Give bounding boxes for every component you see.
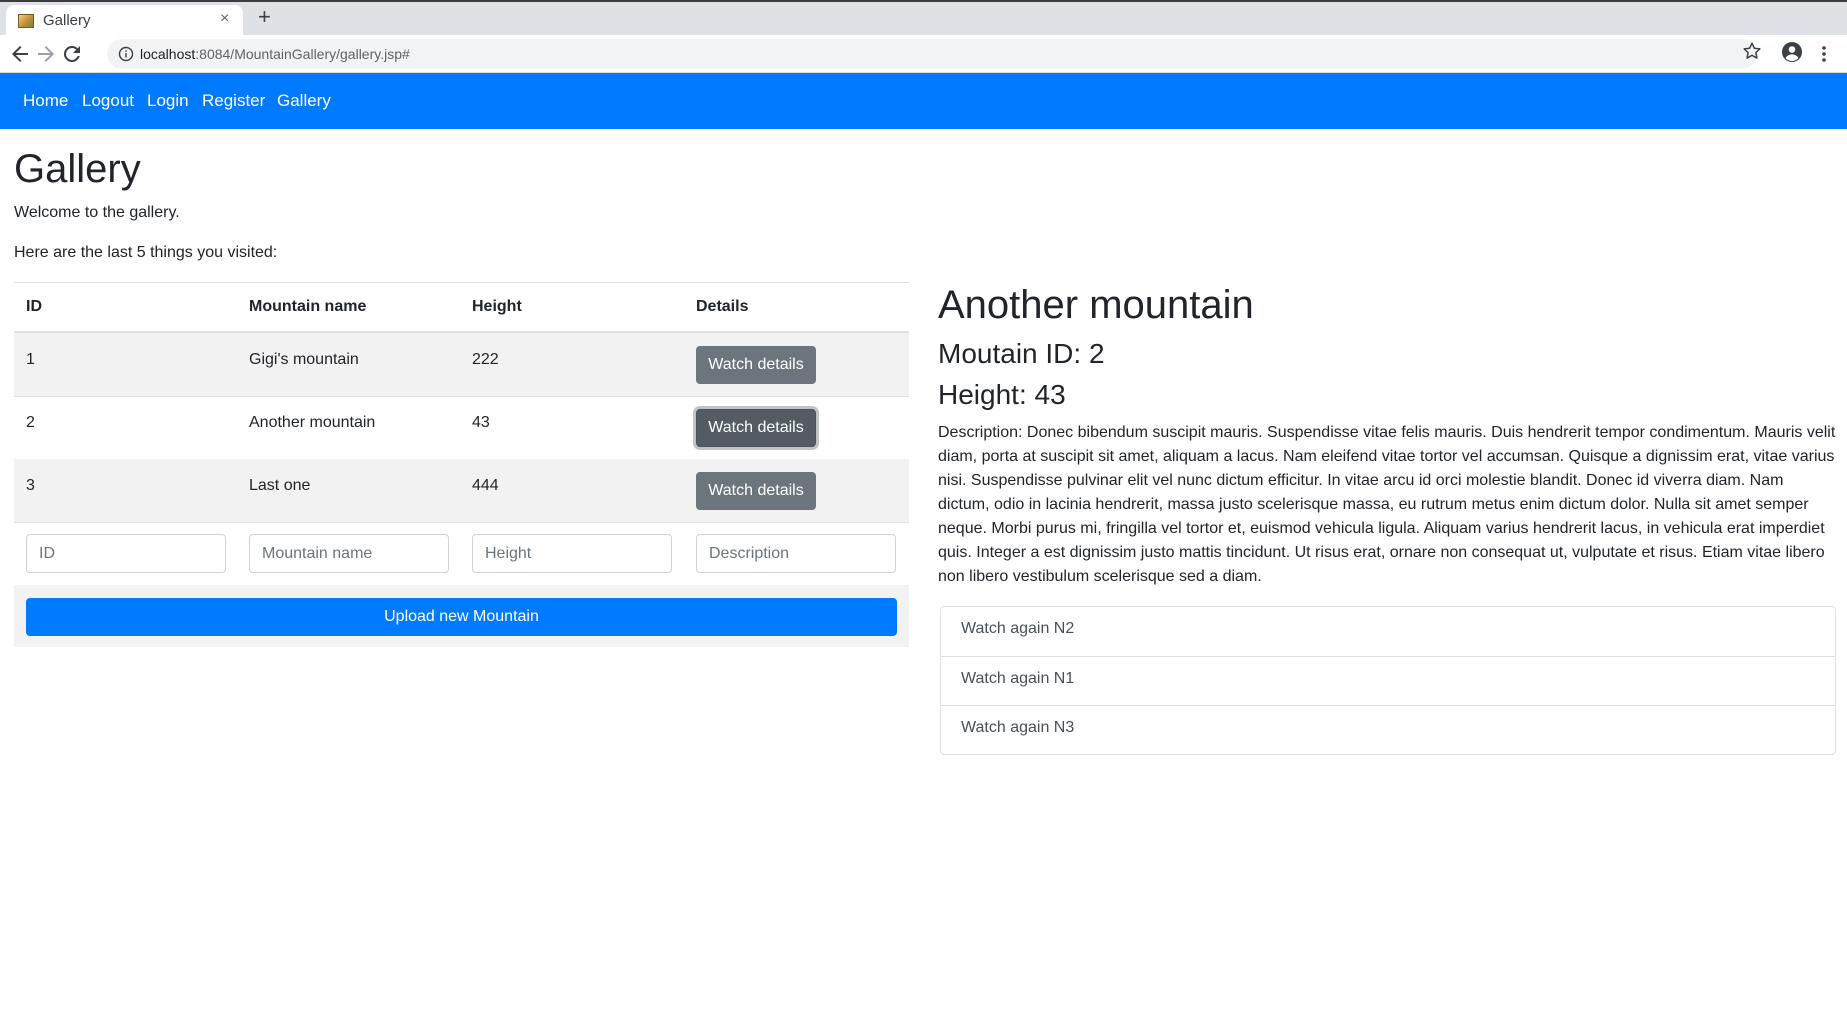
mountain-name-input[interactable] [249,534,449,573]
table-row: 1 Gigi's mountain 222 Watch details [14,333,909,396]
upload-mountain-button[interactable]: Upload new Mountain [26,598,897,636]
watch-details-button[interactable]: Watch details [696,472,816,510]
cell-id: 1 [26,351,35,368]
mountain-detail-description: Description: Donec bibendum suscipit mau… [938,424,1836,585]
browser-tab[interactable]: Gallery × [6,5,243,37]
site-info-icon[interactable] [118,46,134,62]
bookmark-star-icon[interactable] [1741,40,1763,62]
mountain-table: ID Mountain name Height Details 1 Gigi's… [14,282,909,647]
description-input[interactable] [696,534,896,573]
column-header-id: ID [26,298,42,315]
watch-again-item[interactable]: Watch again N1 [941,656,1835,705]
mountain-detail-id: Moutain ID: 2 [938,338,1105,369]
cell-mountain-name: Gigi's mountain [249,351,359,368]
browser-tab-strip: Gallery × + [0,0,1847,37]
mountain-detail-title: Another mountain [938,283,1254,327]
back-arrow-icon[interactable] [8,42,32,66]
reload-icon[interactable] [60,42,84,66]
tab-title: Gallery [43,12,91,29]
nav-link-home[interactable]: Home [23,91,68,111]
url-path: :8084/MountainGallery/gallery.jsp# [195,46,410,62]
column-header-mountain-name: Mountain name [249,298,367,315]
column-header-details: Details [696,298,749,315]
cell-id: 3 [26,477,35,494]
page-title: Gallery [14,147,141,191]
favicon-icon [18,14,34,28]
watch-details-button[interactable]: Watch details [696,409,816,447]
nav-link-logout[interactable]: Logout [82,91,134,111]
cell-mountain-name: Last one [249,477,311,494]
id-input[interactable] [26,534,226,573]
cell-mountain-name: Another mountain [249,414,376,431]
new-mountain-form [14,522,909,585]
cell-height: 43 [472,414,490,431]
nav-link-register[interactable]: Register [202,91,265,111]
table-row: 3 Last one 444 Watch details [14,459,909,522]
last-visited-text: Here are the last 5 things you visited: [14,244,278,261]
browser-toolbar: localhost:8084/MountainGallery/gallery.j… [0,35,1847,73]
mountain-detail-height: Height: 43 [938,379,1066,410]
site-navbar: Home Logout Login Register Gallery [0,73,1847,129]
cell-height: 222 [472,351,499,368]
url-text: localhost:8084/MountainGallery/gallery.j… [140,46,410,62]
browser-menu-icon[interactable] [1816,43,1832,65]
watch-history-list: Watch again N2 Watch again N1 Watch agai… [940,606,1836,755]
address-bar[interactable]: localhost:8084/MountainGallery/gallery.j… [107,39,1757,69]
watch-again-item[interactable]: Watch again N3 [941,705,1835,754]
tab-close-icon[interactable]: × [220,10,229,28]
welcome-text: Welcome to the gallery. [14,204,180,221]
watch-again-item[interactable]: Watch again N2 [941,607,1835,656]
height-input[interactable] [472,534,672,573]
watch-details-button[interactable]: Watch details [696,346,816,384]
table-row: 2 Another mountain 43 Watch details [14,396,909,459]
forward-arrow-icon[interactable] [34,42,58,66]
nav-link-login[interactable]: Login [147,91,189,111]
account-icon[interactable] [1780,40,1804,64]
table-divider [14,282,909,283]
url-host: localhost [140,46,196,62]
upload-row: Upload new Mountain [14,585,909,647]
new-tab-icon[interactable]: + [258,4,271,30]
cell-id: 2 [26,414,35,431]
cell-height: 444 [472,477,499,494]
column-header-height: Height [472,298,522,315]
nav-link-gallery[interactable]: Gallery [277,91,331,111]
